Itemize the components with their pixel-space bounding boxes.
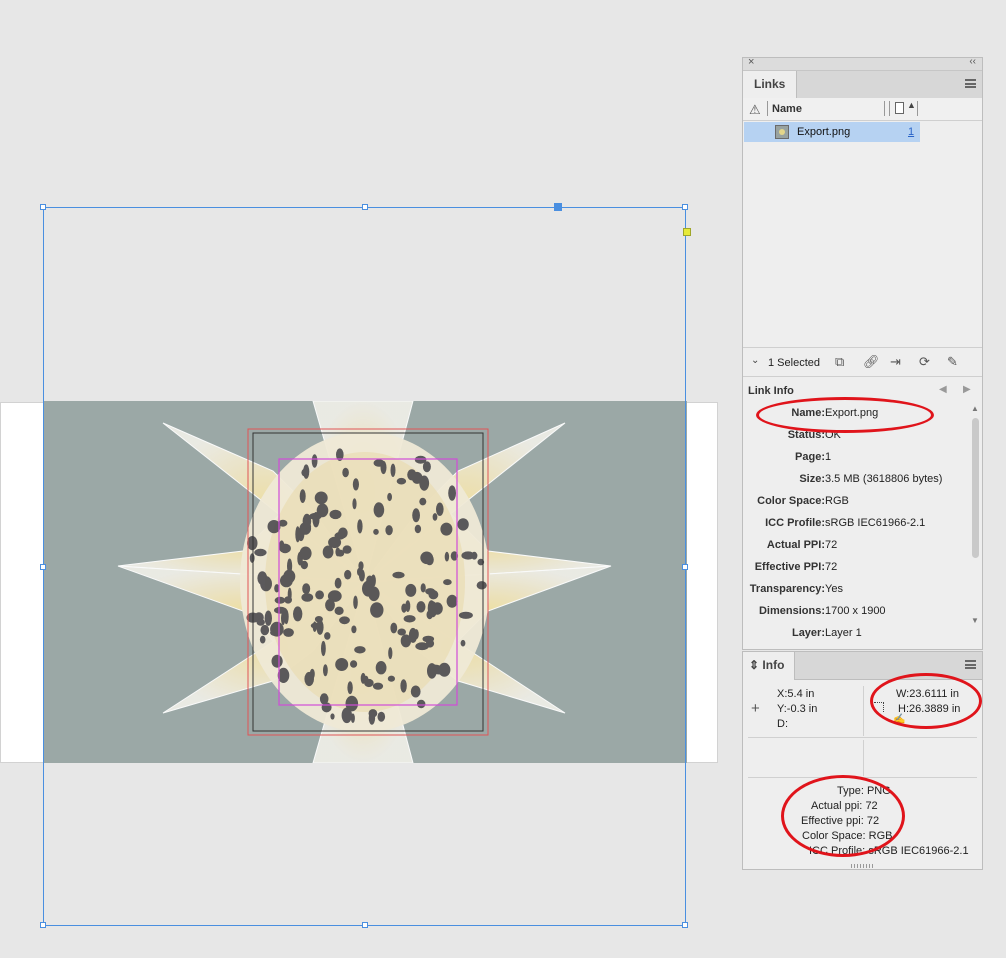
link-info-row: Transparency: Yes — [743, 583, 971, 599]
link-info-title: Link Info — [748, 385, 794, 397]
relink-icon[interactable]: 🔗︎ — [863, 354, 880, 370]
edit-original-icon[interactable]: ✎ — [947, 354, 958, 370]
x-position: X:5.4 in — [777, 688, 814, 700]
y-value: -0.3 in — [786, 703, 818, 715]
link-info-row: Size: 3.5 MB (3618806 bytes) — [743, 473, 971, 489]
next-link-icon[interactable]: ▶ — [963, 384, 971, 395]
links-panel: × ‹‹ Links ⚠ Name ▲ Export.png 1 ⌄ 1 Sel… — [742, 56, 983, 650]
links-toolbar: ⌄ 1 Selected ⧉ 🔗︎ ⇥ ⟳ ✎ — [743, 347, 982, 377]
previous-link-icon[interactable]: ◀ — [939, 384, 947, 395]
column-divider[interactable] — [917, 101, 918, 116]
list-item[interactable]: Export.png 1 — [744, 122, 920, 142]
y-position: Y:-0.3 in — [777, 703, 817, 715]
resize-handle-top-extra[interactable] — [554, 203, 562, 211]
link-info-value: 72 — [825, 561, 838, 573]
link-info-row: Dimensions: 1700 x 1900 — [743, 605, 971, 621]
y-label: Y: — [777, 703, 787, 715]
link-info-label: Layer: — [791, 627, 825, 639]
collapse-icon[interactable]: ‹‹ — [969, 56, 976, 67]
link-info-label: Transparency: — [749, 583, 825, 595]
link-info-label: Size: — [799, 473, 825, 485]
link-info-label: Actual PPI: — [766, 539, 825, 551]
link-info-label: ICC Profile: — [765, 517, 825, 529]
scroll-down-icon[interactable]: ▼ — [971, 616, 979, 625]
panel-topbar: × ‹‹ — [743, 56, 982, 71]
close-icon[interactable]: × — [748, 56, 754, 68]
panel-menu-icon[interactable] — [965, 660, 976, 669]
link-info-value: 1 — [825, 451, 832, 463]
column-divider[interactable] — [884, 101, 885, 116]
annotation-circle-image-details — [781, 775, 905, 857]
resize-handle-middle-right[interactable] — [682, 564, 688, 570]
links-column-header: ⚠ Name ▲ — [743, 98, 982, 121]
link-info-value: 1700 x 1900 — [825, 605, 886, 617]
scroll-up-icon[interactable]: ▲ — [971, 404, 979, 413]
divider — [863, 686, 864, 736]
link-info-row: Color Space: RGB — [743, 495, 971, 511]
distance: D: — [777, 718, 788, 730]
update-link-icon[interactable]: ⟳ — [919, 354, 930, 370]
resize-handle-bottom-center[interactable] — [362, 922, 368, 928]
corner-options-handle[interactable] — [683, 228, 691, 236]
link-info-value: sRGB IEC61966-2.1 — [825, 517, 926, 529]
crosshair-icon: + — [751, 700, 760, 717]
warning-icon[interactable]: ⚠ — [749, 102, 761, 118]
resize-grip[interactable] — [851, 864, 873, 868]
resize-handle-top-center[interactable] — [362, 204, 368, 210]
link-info-label: Color Space: — [757, 495, 825, 507]
resize-handle-bottom-left[interactable] — [40, 922, 46, 928]
link-filename: Export.png — [797, 126, 851, 138]
link-info-scrollbar[interactable]: ▲ ▼ — [971, 404, 980, 630]
info-tab-label: Info — [762, 658, 785, 672]
column-divider[interactable] — [889, 101, 890, 116]
link-info-row: Actual PPI: 72 — [743, 539, 971, 555]
tab-links[interactable]: Links — [743, 71, 798, 99]
link-page-number[interactable]: 1 — [908, 126, 914, 138]
link-info-value: RGB — [825, 495, 849, 507]
expand-collapse-icon[interactable]: ⇕ — [749, 658, 759, 672]
link-info-row: Layer: Layer 1 — [743, 627, 971, 643]
page-icon[interactable] — [895, 102, 904, 114]
scrollbar-thumb[interactable] — [972, 418, 979, 558]
column-divider — [767, 101, 768, 116]
link-info-value: 72 — [825, 539, 838, 551]
divider — [748, 737, 977, 738]
link-info-label: Effective PPI: — [754, 561, 825, 573]
link-info-row: Page: 1 — [743, 451, 971, 467]
chevron-down-icon[interactable]: ⌄ — [751, 355, 759, 366]
resize-handle-top-right[interactable] — [682, 204, 688, 210]
d-label: D: — [777, 718, 788, 730]
column-name-header[interactable]: Name — [772, 103, 802, 115]
annotation-circle-name — [756, 397, 934, 433]
link-info-label: Page: — [795, 451, 825, 463]
link-info-value: Yes — [825, 583, 843, 595]
link-info-value: Layer 1 — [825, 627, 862, 639]
resize-handle-middle-left[interactable] — [40, 564, 46, 570]
resize-handle-bottom-right[interactable] — [682, 922, 688, 928]
annotation-circle-dimensions — [870, 673, 982, 729]
panel-menu-icon[interactable] — [965, 79, 976, 88]
relink-cc-icon[interactable]: ⧉ — [835, 354, 844, 370]
sort-ascending-icon[interactable]: ▲ — [907, 100, 916, 110]
x-label: X: — [777, 688, 788, 700]
link-info-row: Effective PPI: 72 — [743, 561, 971, 577]
resize-handle-top-left[interactable] — [40, 204, 46, 210]
go-to-link-icon[interactable]: ⇥ — [890, 354, 901, 370]
link-info-label: Dimensions: — [758, 605, 825, 617]
x-value: 5.4 in — [787, 688, 815, 700]
tab-info[interactable]: ⇕ Info — [743, 652, 796, 680]
link-info-row: ICC Profile: sRGB IEC61966-2.1 — [743, 517, 971, 533]
selected-count: 1 Selected — [768, 357, 820, 369]
image-thumbnail-icon — [775, 125, 789, 139]
link-info-value: 3.5 MB (3618806 bytes) — [825, 473, 943, 485]
graphic-frame-selection[interactable] — [40, 203, 691, 928]
divider — [863, 740, 864, 776]
links-tab-row: Links — [743, 71, 982, 99]
